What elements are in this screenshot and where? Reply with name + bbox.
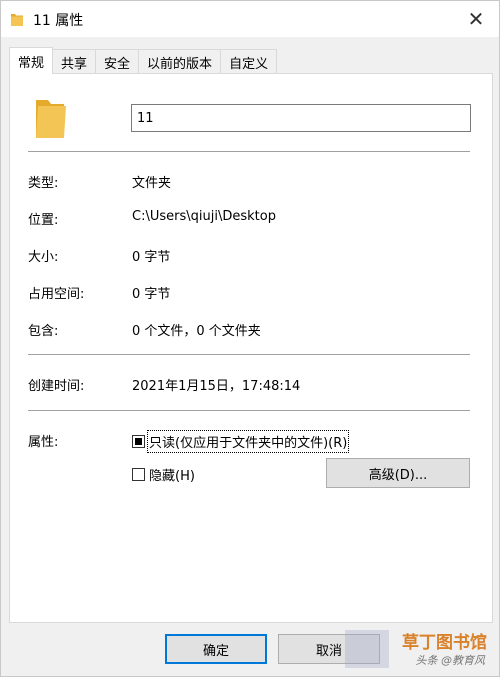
close-button[interactable]: ✕ [453, 1, 499, 37]
advanced-button[interactable]: 高级(D)... [326, 458, 470, 488]
close-icon: ✕ [467, 7, 485, 31]
tab-previous-versions[interactable]: 以前的版本 [138, 49, 222, 74]
size-label: 大小: [28, 250, 59, 265]
type-label: 类型: [28, 176, 59, 191]
tab-customize[interactable]: 自定义 [220, 49, 278, 74]
readonly-checkbox[interactable] [132, 435, 145, 448]
general-panel: 类型: 文件夹 位置: C:\Users\qiuji\Desktop 大小: 0… [9, 73, 493, 623]
type-value: 文件夹 [132, 176, 172, 191]
size-value: 0 字节 [132, 250, 171, 265]
tab-security[interactable]: 安全 [95, 49, 140, 74]
tab-strip: 常规 共享 安全 以前的版本 自定义 [9, 47, 278, 74]
ok-button[interactable]: 确定 [165, 634, 267, 664]
hidden-label[interactable]: 隐藏(H) [149, 465, 195, 484]
title-bar: 11 属性 ✕ [1, 1, 499, 37]
window-title: 11 属性 [33, 13, 84, 29]
hidden-checkbox[interactable] [132, 468, 145, 481]
tab-general[interactable]: 常规 [9, 47, 54, 74]
size-on-disk-label: 占用空间: [28, 287, 85, 302]
readonly-label[interactable]: 只读(仅应用于文件夹中的文件)(R) [146, 430, 350, 453]
tab-sharing[interactable]: 共享 [52, 49, 97, 74]
properties-dialog: 11 属性 ✕ 常规 共享 安全 以前的版本 自定义 类型: 文件夹 位置: C… [0, 0, 500, 677]
location-value: C:\Users\qiuji\Desktop [132, 209, 276, 224]
contains-value: 0 个文件，0 个文件夹 [132, 324, 261, 339]
divider [28, 354, 470, 355]
created-value: 2021年1月15日，17:48:14 [132, 379, 301, 394]
watermark-subtext: 头条 @教育风 [415, 654, 486, 667]
attributes-label: 属性: [28, 435, 59, 450]
location-label: 位置: [28, 213, 59, 228]
contains-label: 包含: [28, 324, 59, 339]
created-label: 创建时间: [28, 379, 85, 394]
folder-icon [11, 14, 23, 26]
folder-name-input[interactable] [131, 104, 471, 132]
divider [28, 410, 470, 411]
folder-icon [36, 100, 66, 138]
divider [28, 151, 470, 152]
watermark-text: 草丁图书馆 [402, 633, 487, 653]
cancel-button[interactable]: 取消 [278, 634, 380, 664]
size-on-disk-value: 0 字节 [132, 287, 171, 302]
